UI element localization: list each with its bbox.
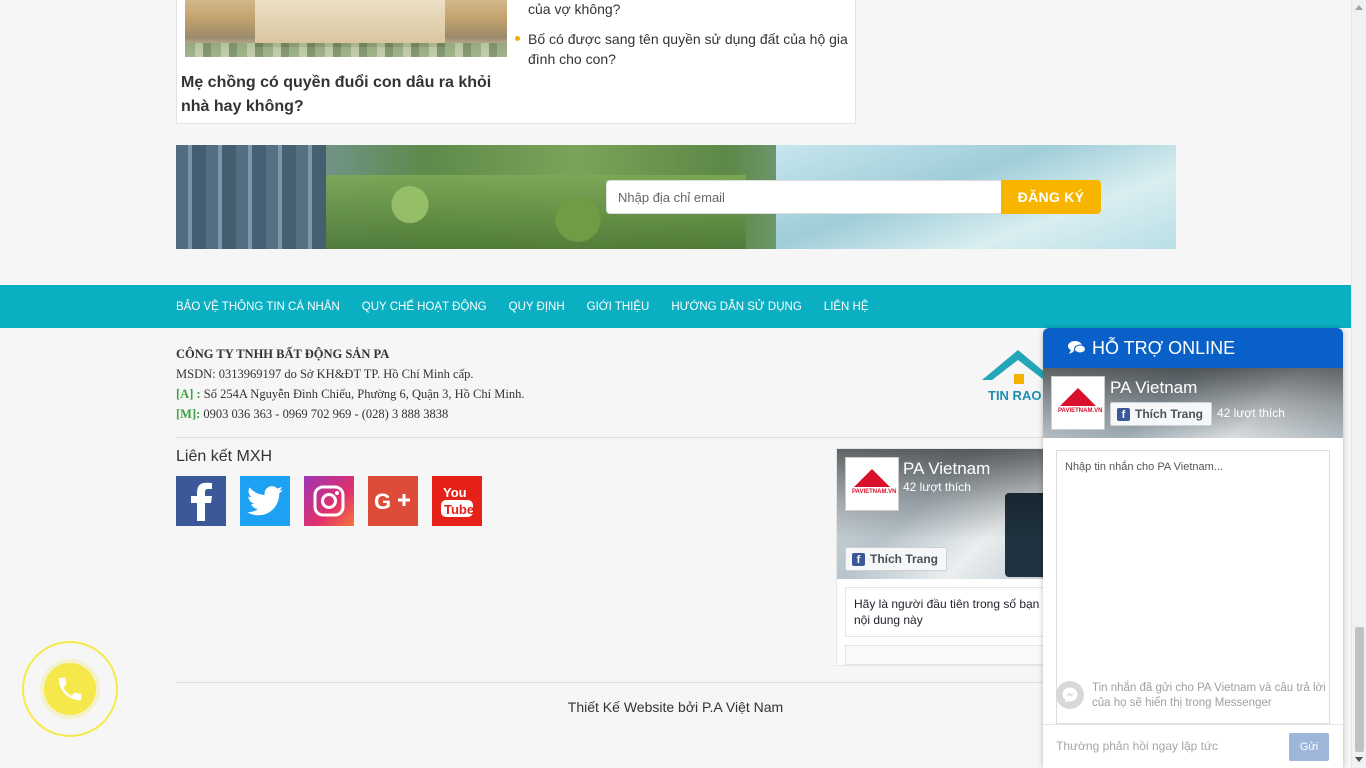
facebook-icon: f bbox=[1117, 408, 1130, 421]
footer-nav-guide[interactable]: HƯỚNG DẪN SỬ DỤNG bbox=[671, 301, 801, 313]
chat-bubbles-icon bbox=[1068, 340, 1086, 356]
social-title: Liên kết MXH bbox=[176, 448, 273, 465]
scrollbar-thumb[interactable] bbox=[1355, 627, 1364, 752]
chat-header[interactable]: HỖ TRỢ ONLINE bbox=[1043, 328, 1343, 368]
newsletter-banner: ĐĂNG KÝ bbox=[176, 145, 1176, 249]
chat-header-title: HỖ TRỢ ONLINE bbox=[1092, 337, 1236, 358]
footer-nav-rules[interactable]: QUY ĐỊNH bbox=[509, 301, 565, 313]
company-name: CÔNG TY TNHH BẤT ĐỘNG SẢN PA bbox=[176, 347, 390, 361]
page-scrollbar[interactable] bbox=[1351, 0, 1366, 768]
footer-nav-privacy[interactable]: BẢO VỆ THÔNG TIN CÁ NHÂN bbox=[176, 301, 340, 313]
related-news-item[interactable]: Bố có được sang tên quyền sử dụng đất củ… bbox=[513, 29, 851, 69]
company-phone: [M]: 0903 036 363 - 0969 702 969 - (028)… bbox=[176, 404, 524, 424]
fb-post: Hãy là người đầu tiên trong số bạn nội d… bbox=[845, 587, 1049, 637]
instagram-icon[interactable] bbox=[304, 476, 354, 526]
related-news-list: của vợ không? Bố có được sang tên quyền … bbox=[513, 0, 851, 79]
youtube-icon[interactable]: You Tube bbox=[432, 476, 482, 526]
support-chat-panel: HỖ TRỢ ONLINE PAVIETNAM.VN PA Vietnam f … bbox=[1043, 328, 1343, 768]
chat-note-text: Tin nhắn đã gửi cho PA Vietnam và câu tr… bbox=[1092, 682, 1326, 709]
divider bbox=[176, 682, 1176, 683]
facebook-icon: f bbox=[852, 553, 865, 566]
phone-icon bbox=[58, 677, 82, 701]
address-label: [A] : bbox=[176, 387, 201, 401]
chat-page-likes: 42 lượt thích bbox=[1217, 406, 1285, 420]
google-plus-icon[interactable]: G bbox=[368, 476, 418, 526]
scroll-up-icon[interactable] bbox=[1355, 5, 1363, 10]
messenger-icon bbox=[1056, 681, 1084, 709]
address-text: Số 254A Nguyễn Đình Chiểu, Phường 6, Quậ… bbox=[203, 387, 525, 401]
money-image bbox=[185, 43, 507, 57]
news-thumbnail[interactable] bbox=[185, 0, 507, 57]
chat-send-button[interactable]: Gửi bbox=[1289, 733, 1329, 761]
banner-towers bbox=[176, 145, 326, 249]
news-title[interactable]: Mẹ chồng có quyền đuổi con dâu ra khỏi n… bbox=[181, 71, 511, 119]
svg-text:G: G bbox=[374, 489, 391, 514]
footer-nav-about[interactable]: GIỚI THIỆU bbox=[587, 301, 650, 313]
svg-text:Tube: Tube bbox=[444, 502, 474, 517]
call-button[interactable] bbox=[44, 663, 96, 715]
social-links: G You Tube bbox=[176, 476, 496, 526]
company-info: CÔNG TY TNHH BẤT ĐỘNG SẢN PA MSDN: 03139… bbox=[176, 344, 524, 424]
chat-note: Tin nhắn đã gửi cho PA Vietnam và câu tr… bbox=[1056, 678, 1330, 722]
email-input[interactable] bbox=[606, 180, 1001, 214]
logo-text: TIN RAO bbox=[988, 388, 1042, 403]
svg-text:You: You bbox=[443, 485, 467, 500]
facebook-page-widget[interactable]: PAVIETNAM.VN PA Vietnam 42 lượt thích f … bbox=[836, 448, 1049, 666]
fb-like-page-button[interactable]: f Thích Trang bbox=[845, 547, 948, 571]
chat-page-avatar[interactable]: PAVIETNAM.VN bbox=[1051, 376, 1105, 430]
pa-logo-icon: PAVIETNAM.VN bbox=[852, 469, 896, 499]
company-msdn: MSDN: 0313969197 do Sở KH&ĐT TP. Hồ Chí … bbox=[176, 367, 474, 381]
house-image bbox=[255, 0, 445, 47]
scroll-down-icon[interactable] bbox=[1355, 757, 1363, 762]
phone-label: [M]: bbox=[176, 407, 201, 421]
company-address: [A] : Số 254A Nguyễn Đình Chiểu, Phường … bbox=[176, 384, 524, 404]
phone-text: 0903 036 363 - 0969 702 969 - (028) 3 88… bbox=[203, 407, 449, 421]
chat-page-cover: PAVIETNAM.VN PA Vietnam f Thích Trang 42… bbox=[1043, 368, 1343, 438]
related-news-item[interactable]: của vợ không? bbox=[513, 0, 851, 19]
chat-like-page-button[interactable]: f Thích Trang bbox=[1110, 402, 1213, 426]
fb-page-likes: 42 lượt thích bbox=[903, 480, 971, 494]
subscribe-button[interactable]: ĐĂNG KÝ bbox=[1001, 180, 1101, 214]
chat-reply-hint: Thường phản hồi ngay lập tức bbox=[1056, 739, 1219, 753]
facebook-icon[interactable] bbox=[176, 476, 226, 526]
chat-footer: Thường phản hồi ngay lập tức Gửi bbox=[1043, 724, 1343, 768]
divider bbox=[176, 437, 1056, 438]
twitter-icon[interactable] bbox=[240, 476, 290, 526]
fb-page-avatar[interactable]: PAVIETNAM.VN bbox=[845, 457, 899, 511]
pa-logo-icon: PAVIETNAM.VN bbox=[1058, 388, 1102, 418]
news-box: Mẹ chồng có quyền đuổi con dâu ra khỏi n… bbox=[176, 0, 856, 124]
footer-nav: BẢO VỆ THÔNG TIN CÁ NHÂN QUY CHẾ HOẠT ĐỘ… bbox=[0, 285, 1351, 328]
chat-page-name[interactable]: PA Vietnam bbox=[1110, 378, 1197, 398]
fb-post-placeholder bbox=[845, 645, 1049, 665]
fb-page-name[interactable]: PA Vietnam bbox=[903, 459, 990, 479]
footer-nav-contact[interactable]: LIÊN HỆ bbox=[824, 301, 869, 313]
footer-nav-regulations[interactable]: QUY CHẾ HOẠT ĐỘNG bbox=[362, 301, 487, 313]
